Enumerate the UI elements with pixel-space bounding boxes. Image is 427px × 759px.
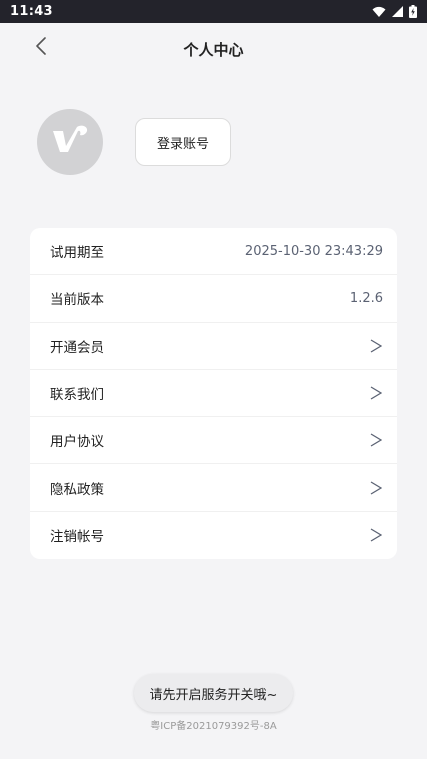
settings-card: 试用期至 2025-10-30 23:43:29 当前版本 1.2.6 开通会员… [30, 228, 397, 559]
chevron-right-icon [369, 385, 383, 401]
status-bar: 11:43 [0, 0, 427, 23]
row-label: 当前版本 [50, 292, 104, 309]
page-title: 个人中心 [183, 41, 244, 59]
version-value: 1.2.6 [349, 290, 383, 306]
login-button[interactable]: 登录账号 [135, 118, 231, 166]
chevron-right-icon [369, 432, 383, 448]
membership-row[interactable]: 开通会员 [30, 323, 397, 370]
contact-us-row[interactable]: 联系我们 [30, 370, 397, 418]
row-label: 注销帐号 [50, 529, 104, 546]
row-label: 隐私政策 [50, 481, 104, 498]
user-agreement-row[interactable]: 用户协议 [30, 417, 397, 465]
delete-account-row[interactable]: 注销帐号 [30, 512, 397, 559]
v-logo-icon [51, 125, 89, 159]
chevron-right-icon [369, 338, 383, 354]
version-row: 当前版本 1.2.6 [30, 275, 397, 323]
avatar [37, 109, 103, 175]
trial-expiry-value: 2025-10-30 23:43:29 [244, 243, 383, 259]
privacy-policy-row[interactable]: 隐私政策 [30, 464, 397, 512]
signal-icon [392, 6, 403, 17]
row-label: 试用期至 [50, 245, 104, 262]
row-label: 联系我们 [50, 387, 104, 404]
chevron-right-icon [369, 480, 383, 496]
status-icons [372, 5, 417, 18]
chevron-right-icon [369, 527, 383, 543]
wifi-icon [372, 6, 386, 18]
header: 个人中心 [0, 23, 427, 75]
row-label: 用户协议 [50, 434, 104, 451]
row-label: 开通会员 [50, 339, 104, 356]
trial-expiry-row: 试用期至 2025-10-30 23:43:29 [30, 228, 397, 276]
toast-message: 请先开启服务开关哦~ [134, 674, 293, 712]
status-time: 11:43 [10, 4, 53, 19]
icp-license: 粤ICP备2021079392号-8A [150, 721, 277, 732]
battery-charging-icon [409, 5, 417, 18]
